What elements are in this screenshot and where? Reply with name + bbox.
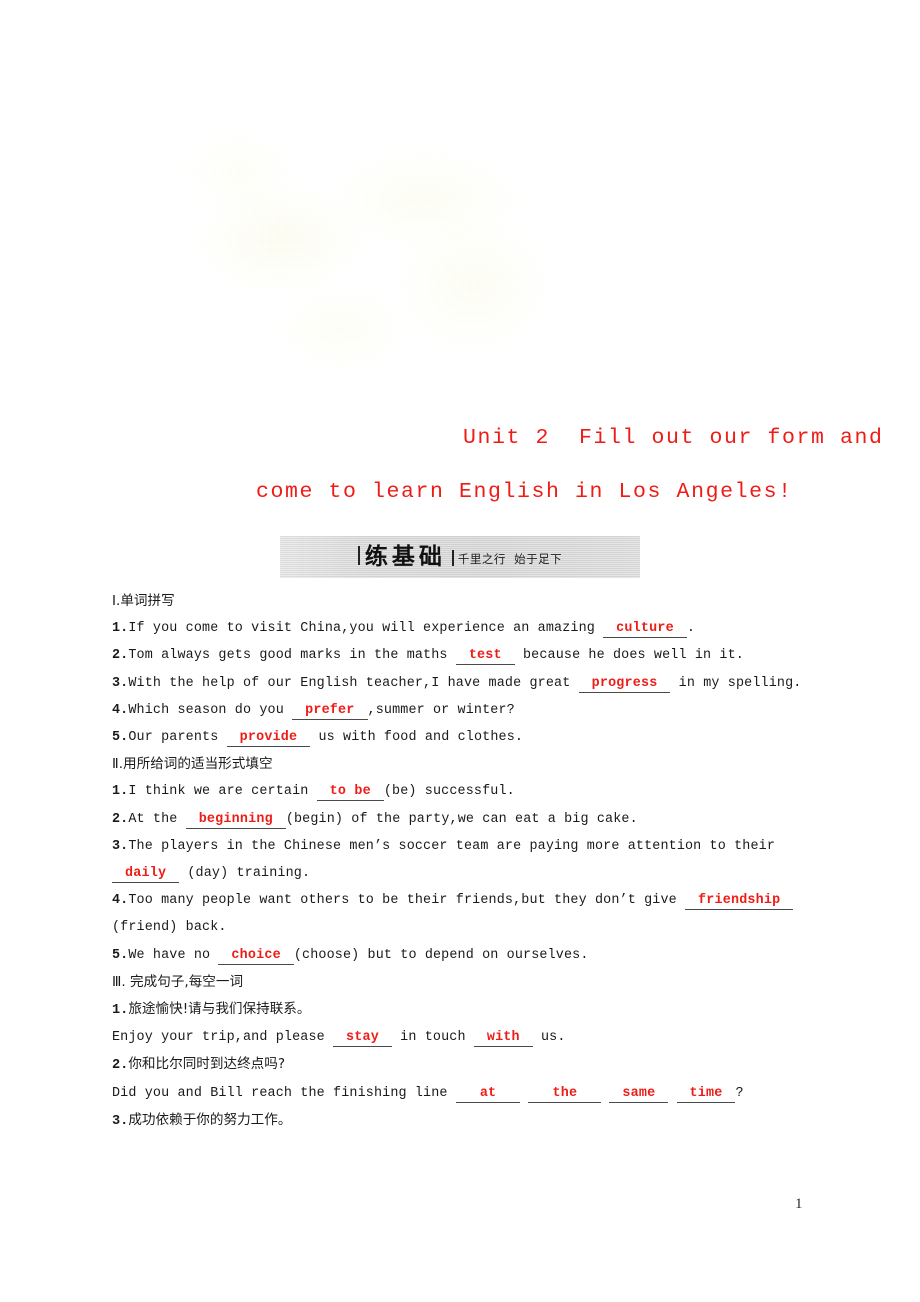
- section-heading: Ⅲ. 完成句子,每空一词: [112, 973, 244, 990]
- item-text: because he does well in it.: [514, 648, 744, 664]
- item-text: Tom always gets good marks in the maths: [128, 648, 456, 664]
- item-number: 3.: [112, 838, 129, 854]
- item-number: 3.: [112, 675, 129, 691]
- exercise-item: 2.你和比尔同时到达终点吗?: [112, 1051, 812, 1079]
- unit-title-line-2: come to learn English in Los Angeles!: [256, 479, 793, 504]
- item-number: 2.: [112, 1058, 129, 1074]
- item-text: I think we are certain: [128, 784, 317, 800]
- exercise-item: 5.We have no choice (choose) but to depen…: [112, 942, 812, 969]
- item-text: Too many people want others to be their …: [128, 893, 686, 909]
- answer-blank[interactable]: the: [528, 1085, 602, 1103]
- item-text: The players in the Chinese men’s soccer …: [128, 838, 784, 854]
- item-number: 1.: [112, 784, 129, 800]
- section-heading: Ⅱ.用所给词的适当形式填空: [112, 756, 273, 773]
- banner-subtitle: 千里之行 始于足下: [457, 551, 563, 566]
- page-number: 1: [795, 1196, 803, 1212]
- exercise-item: Enjoy your trip,and please stay in touch…: [112, 1024, 812, 1051]
- exercise-content: Ⅰ.单词拼写 1.If you come to visit China,you w…: [112, 588, 812, 1135]
- exercise-item: 3.With the help of our English teacher,I…: [112, 670, 812, 697]
- exercise-item: 3.The players in the Chinese men’s socce…: [112, 833, 812, 887]
- item-text: [668, 1086, 676, 1101]
- item-number: 5.: [112, 730, 129, 746]
- item-number: 4.: [112, 702, 129, 718]
- answer-blank[interactable]: time: [676, 1085, 736, 1103]
- answer-blank[interactable]: beginning: [185, 811, 286, 829]
- item-text: With the help of our English teacher,I h…: [128, 675, 579, 691]
- item-number: 2.: [112, 648, 129, 664]
- item-number: 3.: [112, 1113, 129, 1129]
- item-number: 2.: [112, 811, 129, 827]
- answer-blank[interactable]: provide: [226, 730, 311, 748]
- answer-blank[interactable]: daily: [112, 866, 180, 884]
- exercise-item: 1.I think we are certain to be (be) succe…: [112, 778, 812, 805]
- item-text: If you come to visit China,you will expe…: [128, 621, 604, 637]
- exercise-item: 4.Too many people want others to be thei…: [112, 887, 812, 941]
- item-text: At the: [128, 811, 186, 827]
- answer-blank[interactable]: choice: [218, 947, 294, 965]
- section-banner: 练基础 千里之行 始于足下: [280, 536, 640, 578]
- exercise-item: 1.If you come to visit China,you will ex…: [112, 615, 812, 642]
- exercise-item: 1.旅途愉快!请与我们保持联系。: [112, 996, 812, 1024]
- answer-blank[interactable]: friendship: [685, 893, 794, 911]
- document-page: Unit 2 Fill out our form and come to lea…: [0, 0, 920, 1302]
- exercise-item: 2.At the beginning (begin) of the party,w…: [112, 806, 812, 833]
- unit-title: Unit 2 Fill out our form and come to lea…: [0, 426, 920, 504]
- answer-blank[interactable]: culture: [603, 621, 687, 639]
- banner-bar-left-icon: [357, 545, 360, 565]
- item-text: (day) training.: [179, 866, 311, 882]
- exercise-item: 5.Our parents provide us with food and c…: [112, 724, 812, 751]
- answer-blank[interactable]: stay: [333, 1030, 392, 1048]
- exercise-item: 4.Which season do you prefer ,summer or w…: [112, 697, 812, 724]
- item-chinese-prompt: 旅途愉快!请与我们保持联系。: [128, 1001, 311, 1018]
- item-text: ?: [735, 1085, 744, 1101]
- answer-blank[interactable]: with: [473, 1030, 533, 1048]
- item-text: .: [686, 621, 695, 637]
- item-text: in touch: [391, 1030, 474, 1046]
- exercise-item: 2.Tom always gets good marks in the math…: [112, 642, 812, 669]
- answer-blank[interactable]: progress: [578, 675, 671, 693]
- item-text: us with food and clothes.: [310, 730, 524, 746]
- item-text: (choose) but to depend on ourselves.: [293, 947, 589, 963]
- item-number: 5.: [112, 947, 129, 963]
- item-number: 4.: [112, 893, 129, 909]
- answer-blank[interactable]: test: [455, 648, 515, 666]
- banner-bar-right-icon: [451, 549, 454, 566]
- page-watermark: [178, 118, 588, 388]
- section-banner-inner: 练基础 千里之行 始于足下: [357, 543, 563, 570]
- answer-blank[interactable]: same: [609, 1085, 669, 1103]
- item-text: Enjoy your trip,and please: [112, 1030, 334, 1046]
- item-text: Our parents: [128, 730, 227, 746]
- item-chinese-prompt: 你和比尔同时到达终点吗?: [128, 1056, 286, 1073]
- item-text: We have no: [128, 947, 219, 963]
- item-number: 1.: [112, 621, 129, 637]
- item-number: 1.: [112, 1003, 129, 1019]
- unit-title-line-1: Unit 2 Fill out our form and: [463, 426, 884, 450]
- answer-blank[interactable]: at: [455, 1085, 521, 1103]
- exercise-item: 3.成功依赖于你的努力工作。: [112, 1107, 812, 1135]
- item-text: Which season do you: [128, 702, 293, 718]
- item-text: (be) successful.: [383, 784, 515, 800]
- banner-title: 练基础: [364, 543, 446, 570]
- answer-blank[interactable]: prefer: [292, 702, 368, 720]
- section-heading: Ⅰ.单词拼写: [112, 593, 175, 609]
- item-chinese-prompt: 成功依赖于你的努力工作。: [128, 1111, 292, 1128]
- exercise-item: Did you and Bill reach the finishing lin…: [112, 1080, 812, 1107]
- item-text: in my spelling.: [670, 675, 802, 691]
- item-text: (begin) of the party,we can eat a big ca…: [285, 811, 638, 827]
- item-text: Did you and Bill reach the finishing lin…: [112, 1085, 456, 1101]
- answer-blank[interactable]: to be: [316, 784, 384, 802]
- item-text: us.: [532, 1030, 566, 1046]
- item-text: ,summer or winter?: [367, 702, 515, 718]
